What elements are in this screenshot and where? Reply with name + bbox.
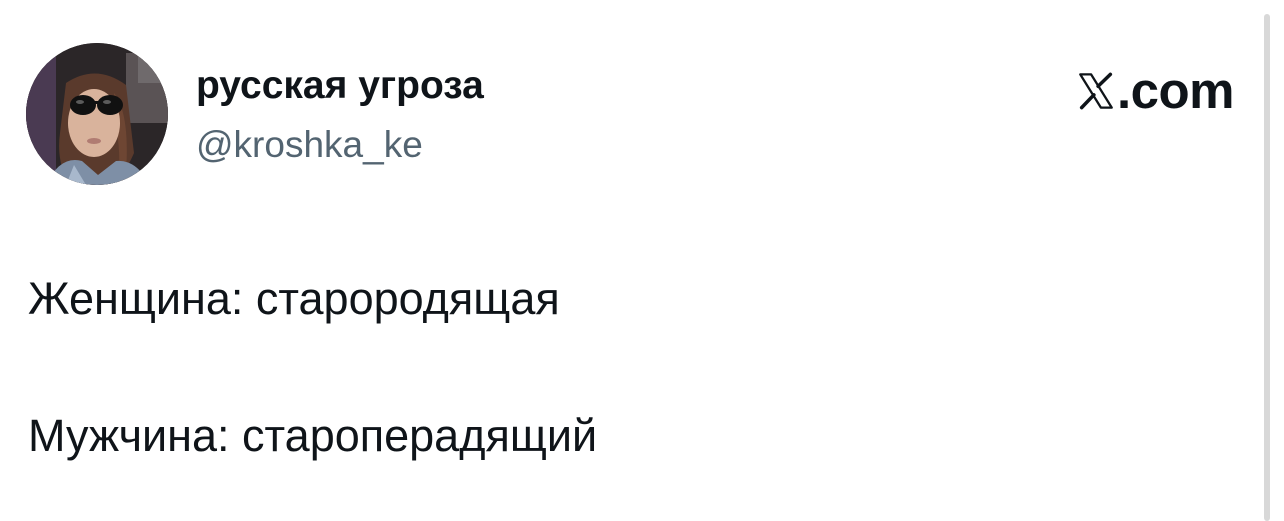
author-handle[interactable]: @kroshka_ke [196, 122, 423, 168]
tweet-card: русская угроза @kroshka_ke .com Женщина:… [0, 0, 1284, 521]
x-logo-icon [1079, 72, 1113, 110]
tweet-text: Женщина: старородящая Мужчина: старопера… [28, 270, 1228, 465]
brand-watermark: .com [1075, 62, 1235, 119]
tweet-line: Женщина: старородящая [28, 273, 560, 324]
tweet-line: Мужчина: староперадящий [28, 410, 598, 461]
author-display-name[interactable]: русская угроза [196, 62, 484, 110]
avatar[interactable] [26, 43, 168, 185]
brand-domain: .com [1116, 62, 1235, 119]
scrollbar[interactable] [1264, 14, 1270, 521]
avatar-photo [26, 43, 168, 185]
